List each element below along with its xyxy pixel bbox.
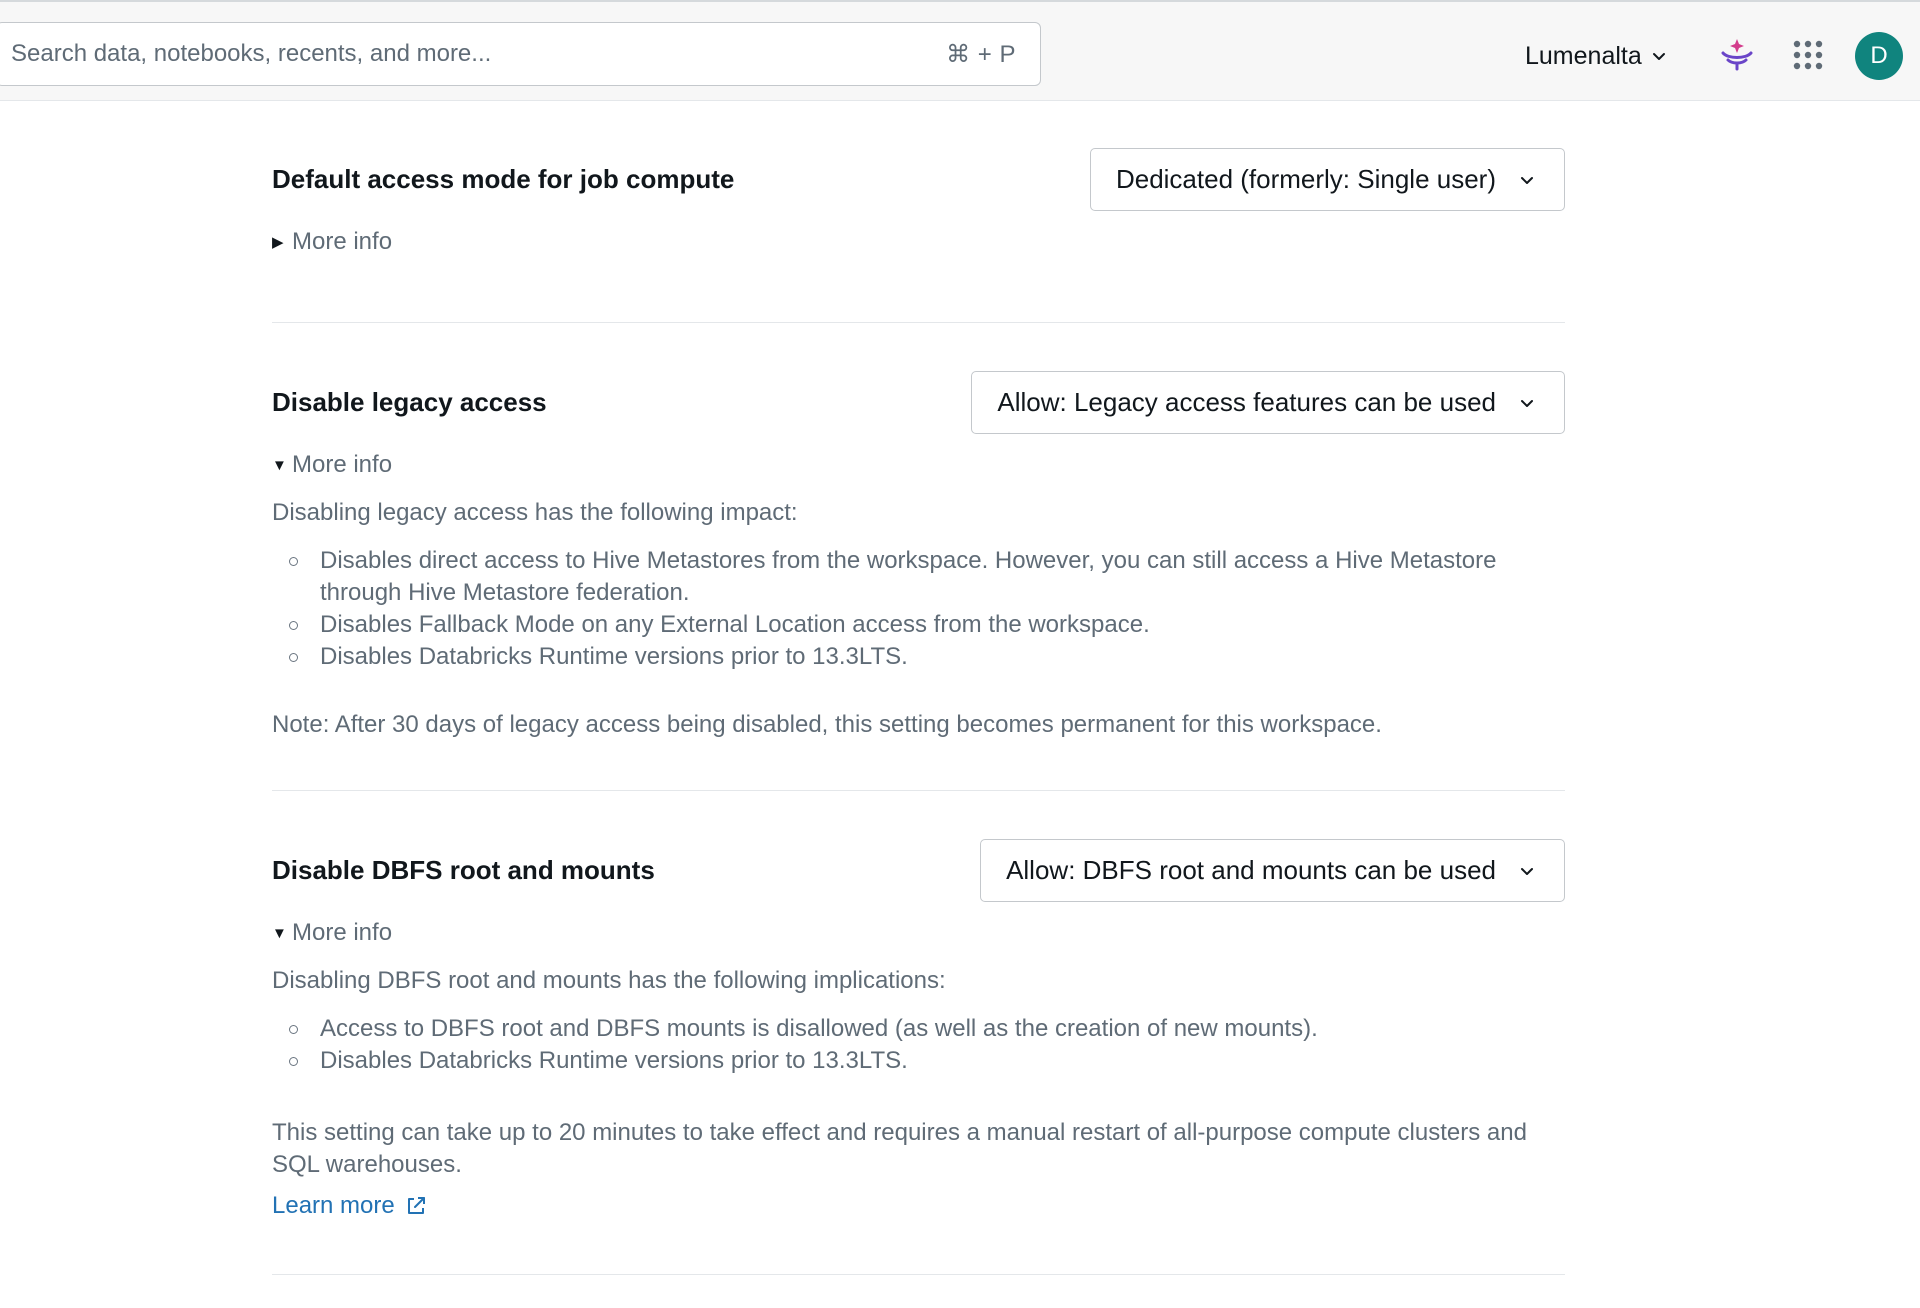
- impact-list: Disables direct access to Hive Metastore…: [272, 545, 1565, 673]
- more-info-note: Note: After 30 days of legacy access bei…: [272, 711, 1382, 738]
- divider: [272, 322, 1565, 323]
- bullet-icon: [289, 1057, 298, 1066]
- learn-more-link[interactable]: Learn more: [272, 1192, 427, 1220]
- assistant-sparkle-icon[interactable]: [1718, 36, 1756, 72]
- top-bar: Search data, notebooks, recents, and mor…: [0, 0, 1920, 101]
- user-avatar[interactable]: D: [1855, 32, 1903, 80]
- list-item: Disables direct access to Hive Metastore…: [272, 545, 1565, 609]
- more-info-label: More info: [292, 228, 393, 255]
- caret-right-icon: ▶: [272, 234, 284, 251]
- setting-default-access-mode: Default access mode for job compute Dedi…: [272, 148, 1565, 263]
- setting-disable-dbfs-root: Disable DBFS root and mounts Allow: DBFS…: [272, 839, 1565, 1229]
- more-info-intro: Disabling DBFS root and mounts has the f…: [272, 967, 946, 994]
- dbfs-root-select[interactable]: Allow: DBFS root and mounts can be used: [980, 839, 1565, 902]
- setting-title: Default access mode for job compute: [272, 164, 735, 194]
- select-value: Dedicated (formerly: Single user): [1115, 164, 1496, 194]
- list-item: Disables Fallback Mode on any External L…: [272, 609, 1565, 641]
- bullet-icon: [289, 557, 298, 566]
- list-item: Disables Databricks Runtime versions pri…: [272, 641, 1565, 673]
- external-link-icon: [407, 1197, 425, 1214]
- chevron-down-icon: [1521, 867, 1533, 875]
- list-item: Access to DBFS root and DBFS mounts is d…: [272, 1013, 1565, 1045]
- legacy-access-select[interactable]: Allow: Legacy access features can be use…: [971, 371, 1565, 434]
- search-shortcut-hint: ⌘ + P: [946, 40, 1016, 68]
- select-value: Allow: DBFS root and mounts can be used: [1006, 855, 1496, 885]
- list-item-text: Disables Databricks Runtime versions pri…: [320, 643, 908, 670]
- bullet-icon: [289, 653, 298, 662]
- select-value: Allow: Legacy access features can be use…: [997, 387, 1496, 417]
- more-info-toggle[interactable]: ▶ More info: [272, 228, 392, 256]
- more-info-note: This setting can take up to 20 minutes t…: [272, 1119, 1527, 1178]
- setting-title: Disable legacy access: [272, 387, 547, 417]
- chevron-down-icon: [1652, 53, 1665, 60]
- setting-disable-legacy-access: Disable legacy access Allow: Legacy acce…: [272, 371, 1565, 741]
- search-placeholder: Search data, notebooks, recents, and mor…: [11, 40, 492, 67]
- more-info-label: More info: [292, 919, 393, 946]
- more-info-toggle[interactable]: ▼ More info: [272, 919, 392, 947]
- list-item-text: Disables direct access to Hive Metastore…: [320, 547, 1497, 606]
- setting-title: Disable DBFS root and mounts: [272, 855, 655, 885]
- implications-list: Access to DBFS root and DBFS mounts is d…: [272, 1013, 1565, 1077]
- list-item: Disables Databricks Runtime versions pri…: [272, 1045, 1565, 1077]
- caret-down-icon: ▼: [272, 456, 287, 474]
- list-item-text: Disables Databricks Runtime versions pri…: [320, 1047, 908, 1074]
- divider: [272, 1274, 1565, 1275]
- access-mode-select[interactable]: Dedicated (formerly: Single user): [1089, 148, 1565, 211]
- bullet-icon: [289, 621, 298, 630]
- more-info-toggle[interactable]: ▼ More info: [272, 451, 392, 479]
- chevron-down-icon: [1521, 176, 1533, 184]
- list-item-text: Access to DBFS root and DBFS mounts is d…: [320, 1015, 1318, 1042]
- global-search-input[interactable]: Search data, notebooks, recents, and mor…: [0, 22, 1041, 86]
- more-info-intro: Disabling legacy access has the followin…: [272, 499, 798, 526]
- list-item-text: Disables Fallback Mode on any External L…: [320, 611, 1150, 638]
- more-info-label: More info: [292, 451, 393, 478]
- apps-grid-icon[interactable]: [1793, 40, 1823, 70]
- chevron-down-icon: [1521, 399, 1533, 407]
- workspace-switcher[interactable]: Lumenalta: [1525, 38, 1668, 74]
- learn-more-label: Learn more: [272, 1192, 395, 1219]
- divider: [272, 790, 1565, 791]
- bullet-icon: [289, 1025, 298, 1034]
- workspace-name: Lumenalta: [1525, 41, 1642, 70]
- caret-down-icon: ▼: [272, 924, 287, 942]
